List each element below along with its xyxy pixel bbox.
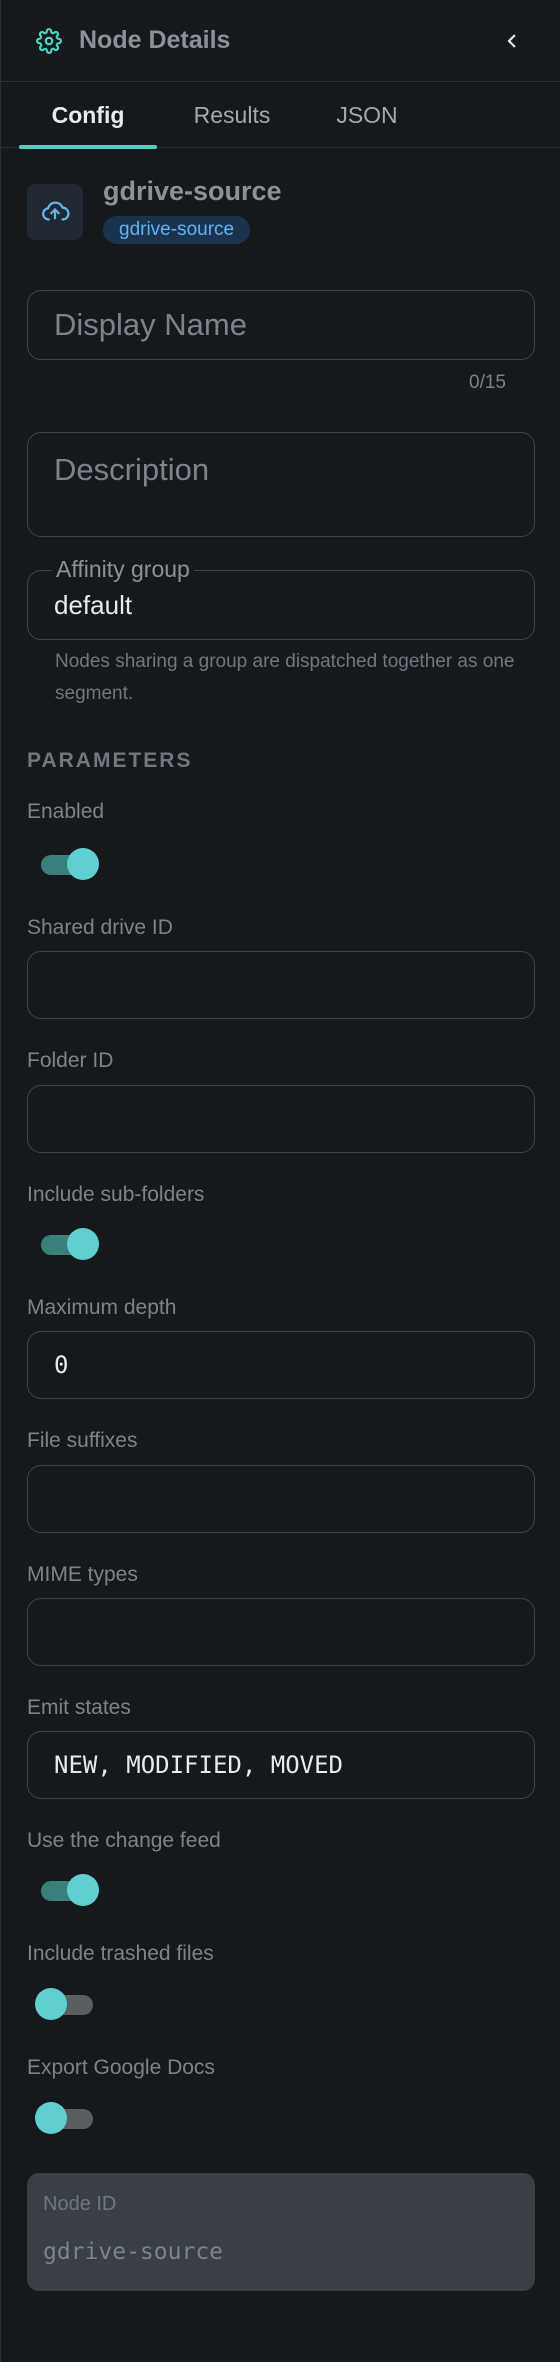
description-field[interactable]: Description [27, 432, 535, 537]
maximum-depth-value: 0 [54, 1351, 69, 1379]
emit-states-value: NEW, MODIFIED, MOVED [54, 1751, 343, 1779]
panel-title: Node Details [79, 26, 231, 54]
export-google-docs-label: Export Google Docs [27, 2056, 215, 2079]
include-subfolders-toggle[interactable] [35, 1227, 99, 1261]
toggle-thumb [67, 1228, 99, 1260]
emit-states-label: Emit states [27, 1696, 131, 1719]
display-name-placeholder: Display Name [54, 307, 247, 342]
toggle-thumb [35, 1988, 67, 2020]
panel-header: Node Details [1, 0, 560, 82]
node-name: gdrive-source [103, 176, 282, 206]
include-subfolders-label: Include sub-folders [27, 1183, 205, 1206]
maximum-depth-label: Maximum depth [27, 1296, 177, 1319]
node-id-label: Node ID [43, 2193, 117, 2215]
affinity-group-field[interactable]: Affinity group default [27, 556, 535, 640]
shared-drive-id-label: Shared drive ID [27, 916, 173, 939]
folder-id-label: Folder ID [27, 1049, 114, 1072]
toggle-thumb [67, 1874, 99, 1906]
cloud-upload-icon [27, 184, 83, 240]
affinity-group-helper: Nodes sharing a group are dispatched tog… [55, 651, 515, 704]
tab-bar: Config Results JSON [1, 82, 560, 149]
mime-types-input[interactable] [27, 1598, 535, 1666]
node-id-box: Node ID gdrive-source [27, 2173, 535, 2291]
mime-types-label: MIME types [27, 1563, 138, 1586]
chevron-left-icon[interactable] [492, 21, 532, 61]
use-change-feed-toggle[interactable] [35, 1873, 99, 1907]
folder-id-input[interactable] [27, 1085, 535, 1153]
toggle-thumb [67, 848, 99, 880]
affinity-group-value: default [54, 590, 133, 620]
parameters-heading: PARAMETERS [27, 749, 193, 772]
enabled-label: Enabled [27, 800, 105, 823]
include-trashed-label: Include trashed files [27, 1942, 214, 1965]
enabled-toggle[interactable] [35, 847, 99, 881]
node-summary: gdrive-source gdrive-source [1, 174, 560, 244]
file-suffixes-label: File suffixes [27, 1429, 138, 1452]
maximum-depth-input[interactable]: 0 [27, 1331, 535, 1399]
tab-results[interactable]: Results [157, 82, 307, 148]
description-placeholder: Description [54, 452, 210, 487]
include-trashed-toggle[interactable] [35, 1987, 99, 2021]
file-suffixes-input[interactable] [27, 1465, 535, 1533]
display-name-field[interactable]: Display Name [27, 290, 535, 360]
node-meta: gdrive-source gdrive-source [103, 174, 282, 244]
shared-drive-id-input[interactable] [27, 951, 535, 1019]
node-details-panel: Node Details Config Results JSON gdrive-… [0, 0, 560, 2362]
use-change-feed-label: Use the change feed [27, 1829, 221, 1852]
emit-states-input[interactable]: NEW, MODIFIED, MOVED [27, 1731, 535, 1799]
display-name-counter: 0/15 [469, 372, 506, 393]
node-id-value: gdrive-source [43, 2239, 224, 2265]
tab-json[interactable]: JSON [307, 82, 427, 148]
gear-icon [35, 27, 63, 55]
export-google-docs-toggle[interactable] [35, 2101, 99, 2135]
tab-config[interactable]: Config [19, 82, 157, 149]
node-type-badge: gdrive-source [103, 216, 251, 244]
toggle-thumb [35, 2102, 67, 2134]
